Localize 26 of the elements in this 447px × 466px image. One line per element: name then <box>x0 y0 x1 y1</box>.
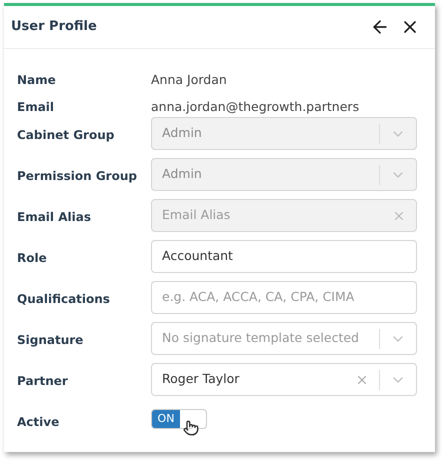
select-field[interactable]: Roger Taylor <box>151 363 417 396</box>
select-value: Admin <box>162 124 203 142</box>
input-field[interactable]: e.g. ACA, ACCA, CA, CPA, CIMA <box>151 281 417 314</box>
field-value: anna.jordan@thegrowth.partners <box>151 98 360 116</box>
input-placeholder: Email Alias <box>162 206 232 224</box>
select-field[interactable]: No signature template selected <box>151 322 417 355</box>
field-label: Role <box>17 250 48 267</box>
input-field[interactable]: Accountant <box>151 240 417 273</box>
select-value: Roger Taylor <box>162 370 240 388</box>
input-value: Accountant <box>162 247 234 266</box>
toggle-switch[interactable]: ON <box>151 409 207 429</box>
field-label: Email Alias <box>17 209 92 226</box>
input-placeholder: e.g. ACA, ACCA, CA, CPA, CIMA <box>162 288 356 306</box>
field-label: Cabinet Group <box>17 127 116 144</box>
select-placeholder: No signature template selected <box>162 329 360 348</box>
field-label: Email <box>17 99 56 116</box>
field-label: Active <box>17 414 60 431</box>
field-label: Name <box>17 72 57 89</box>
field-label: Permission Group <box>17 168 138 185</box>
hand-cursor-icon <box>183 419 199 437</box>
select-value: Admin <box>162 165 203 184</box>
field-label: Signature <box>17 332 84 349</box>
field-value: Anna Jordan <box>151 71 227 89</box>
window-title: User Profile <box>11 18 98 36</box>
field-label: Qualifications <box>17 291 111 308</box>
field-label: Partner <box>17 373 69 390</box>
